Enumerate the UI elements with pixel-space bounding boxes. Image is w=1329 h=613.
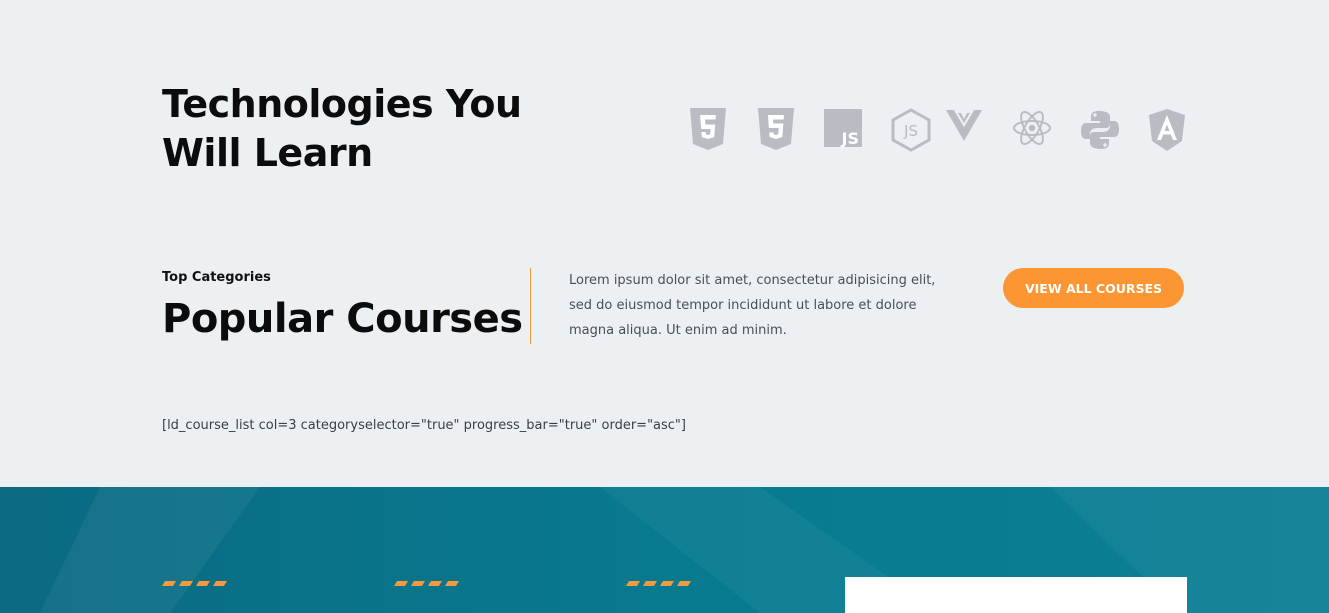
accent-dashes: [626, 581, 691, 586]
technologies-title-line-1: Technologies You: [162, 82, 522, 126]
python-icon: [1080, 110, 1120, 150]
angular-icon: [1148, 108, 1186, 152]
technologies-title-line-2: Will Learn: [162, 131, 373, 175]
courses-description: Lorem ipsum dolor sit amet, consectetur …: [569, 273, 936, 338]
technology-icons: JS JS: [684, 106, 1188, 154]
accent-dashes: [394, 581, 459, 586]
html5-icon: [688, 106, 728, 152]
form-card: [845, 577, 1187, 613]
accent-dashes: [162, 581, 227, 586]
course-list-shortcode: [ld_course_list col=3 categoryselector="…: [162, 418, 686, 433]
feature-band: [0, 487, 1329, 613]
vuejs-icon: [946, 110, 982, 142]
react-icon: [1012, 110, 1052, 146]
divider: [530, 268, 531, 344]
css3-icon: [756, 106, 796, 152]
nodejs-label: JS: [903, 122, 918, 140]
technologies-title: Technologies You Will Learn: [162, 80, 522, 178]
section-eyebrow: Top Categories: [162, 270, 271, 285]
javascript-label: JS: [841, 129, 859, 148]
popular-courses-title: Popular Courses: [162, 296, 523, 342]
javascript-icon: JS: [824, 109, 864, 149]
view-all-courses-button[interactable]: VIEW ALL COURSES: [1003, 268, 1184, 308]
nodejs-icon: JS: [890, 108, 932, 152]
